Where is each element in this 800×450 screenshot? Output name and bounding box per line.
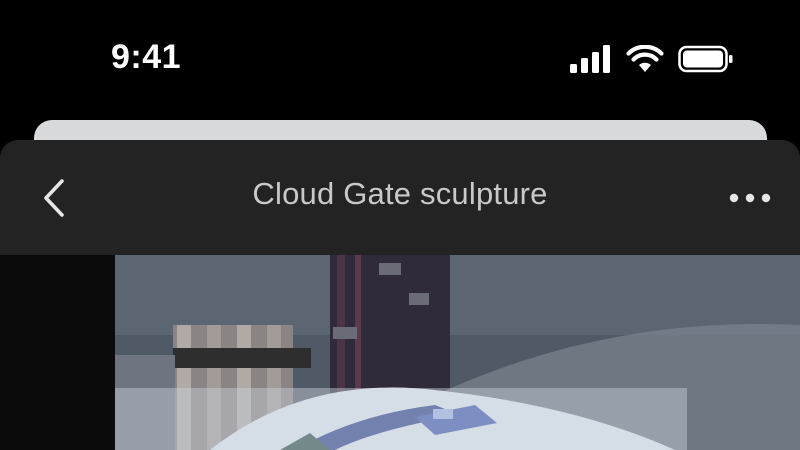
status-icons (570, 44, 734, 74)
battery-icon (678, 45, 734, 73)
status-time: 9:41 (111, 38, 182, 76)
page-title: Cloud Gate sculpture (252, 176, 548, 211)
photo-area (0, 255, 800, 450)
photo-viewer-sheet: Cloud Gate sculpture (0, 140, 800, 450)
wifi-icon (626, 45, 664, 73)
cellular-signal-icon (570, 45, 612, 73)
more-options-button[interactable] (728, 186, 772, 210)
nav-bar: Cloud Gate sculpture (0, 140, 800, 255)
ellipsis-icon (728, 193, 772, 214)
status-bar: 9:41 (0, 0, 800, 120)
cloud-gate-photo[interactable] (115, 255, 800, 450)
